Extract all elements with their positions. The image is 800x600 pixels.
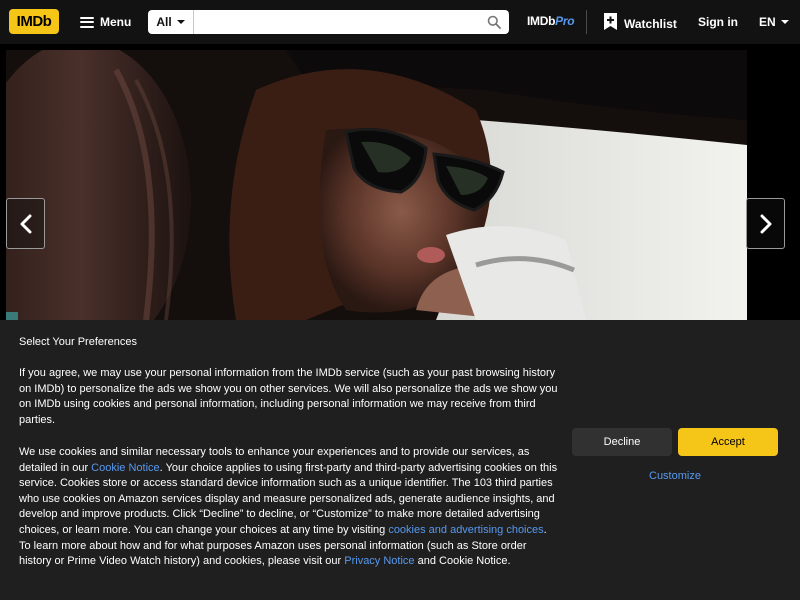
sign-in-link[interactable]: Sign in [698, 15, 738, 29]
search-category-dropdown[interactable]: All [148, 10, 194, 34]
watchlist-button[interactable]: Watchlist [604, 13, 677, 35]
search-icon[interactable] [479, 10, 509, 34]
accept-button[interactable]: Accept [678, 428, 778, 456]
menu-label: Menu [100, 15, 132, 29]
consent-paragraph-cookies: We use cookies and similar necessary too… [19, 445, 559, 570]
imdbpro-pro-text: Pro [555, 14, 575, 28]
previous-slide-button[interactable] [6, 198, 45, 249]
caret-down-icon [780, 20, 789, 24]
decline-button[interactable]: Decline [572, 428, 672, 456]
hamburger-icon [80, 16, 94, 28]
cookie-notice-link[interactable]: Cookie Notice [91, 462, 159, 474]
chevron-left-icon [20, 214, 31, 233]
hero-media [0, 44, 800, 320]
video-still-image [6, 50, 747, 320]
watchlist-label: Watchlist [624, 17, 677, 31]
cookie-consent-panel: Select Your Preferences If you agree, we… [0, 320, 800, 600]
top-nav-bar: IMDb Menu All IMDbPro Watchlist Sign in … [0, 0, 800, 44]
video-still[interactable] [6, 50, 747, 320]
consent-text-segment: and Cookie Notice. [414, 555, 511, 568]
cookies-and-advertising-choices-link[interactable]: cookies and advertising choices [388, 524, 543, 536]
consent-title: Select Your Preferences [19, 336, 138, 348]
next-slide-button[interactable] [746, 198, 785, 249]
consent-paragraph-personalization: If you agree, we may use your personal i… [19, 367, 558, 426]
customize-link[interactable]: Customize [649, 470, 701, 482]
header-divider [586, 10, 587, 34]
language-label: EN [759, 15, 776, 29]
menu-button[interactable]: Menu [72, 9, 138, 35]
watchlist-add-icon [604, 13, 617, 35]
language-selector[interactable]: EN [759, 15, 789, 29]
chevron-right-icon [760, 214, 771, 233]
search-bar: All [148, 10, 509, 34]
privacy-notice-link[interactable]: Privacy Notice [344, 555, 414, 567]
imdbpro-text: IMDb [527, 14, 556, 28]
search-input[interactable] [194, 11, 479, 33]
search-category-label: All [156, 15, 172, 29]
imdb-logo[interactable]: IMDb [9, 9, 59, 34]
caret-down-icon [176, 20, 185, 24]
imdbpro-link[interactable]: IMDbPro [527, 14, 575, 30]
